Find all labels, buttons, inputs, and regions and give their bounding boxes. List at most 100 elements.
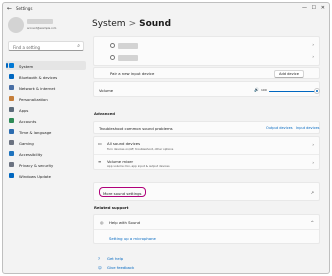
sidebar-item-label: Personalization [19,96,48,102]
person-icon [9,118,14,123]
sidebar: account@example.com Find a setting ⌕ Sys… [3,15,89,273]
chevron-up-icon: ^ [310,220,314,225]
chevron-right-icon[interactable]: › [312,54,314,59]
sidebar-item-label: Privacy & security [19,162,54,168]
sidebar-item-apps[interactable]: Apps [6,105,86,114]
chevron-right-icon: › [312,160,314,165]
help-icon: ? [98,256,101,261]
search-input[interactable]: Find a setting ⌕ [8,41,84,51]
gamepad-icon [9,140,14,145]
sidebar-item-label: Time & language [19,129,52,135]
sidebar-item-personalization[interactable]: Personalization [6,94,86,103]
all-devices-title: All sound devices [107,141,141,146]
volume-mixer-row[interactable]: ≡ Volume mixer App volume mix, app input… [94,154,319,171]
settings-window: ← Settings — ☐ ✕ account@example.com Fin… [2,2,330,274]
input-devices-link[interactable]: Input devices [296,126,320,130]
breadcrumb-current: Sound [139,19,172,29]
sidebar-item-label: System [19,63,34,69]
pair-device-row: Pair a new input device Add device [93,67,320,79]
external-link-icon: ↗ [310,190,314,195]
sidebar-item-system[interactable]: System [6,61,86,70]
sidebar-item-label: Bluetooth & devices [19,74,58,80]
device-radio-1[interactable] [110,43,115,48]
sidebar-item-windows-update[interactable]: Windows Update [6,171,86,180]
troubleshoot-label: Troubleshoot common sound problems [99,126,173,131]
advanced-heading: Advanced [94,111,115,116]
volume-row: Volume 🔊 100 [93,81,320,97]
help-with-sound-label: Help with Sound [109,220,141,225]
brush-icon [9,96,14,101]
back-arrow-icon[interactable]: ← [7,5,12,12]
shield-icon [9,162,14,167]
help-links: Setting up a microphone [94,229,319,245]
sidebar-item-label: Apps [19,107,29,113]
give-feedback-label[interactable]: Give feedback [107,265,134,270]
troubleshoot-row: Troubleshoot common sound problems Outpu… [93,121,320,134]
sidebar-item-label: Network & internet [19,85,56,91]
advanced-options: ▭ All sound devices Turn devices on/off,… [93,136,320,170]
more-sound-settings-label[interactable]: More sound settings [103,191,142,196]
chevron-right-icon: › [312,142,314,147]
bluetooth-icon [9,74,14,79]
setup-microphone-link[interactable]: Setting up a microphone [109,236,156,241]
search-placeholder: Find a setting [13,44,41,50]
help-with-sound-header[interactable]: ◎ Help with Sound ^ [94,215,319,229]
device-name-placeholder-1 [118,42,138,49]
monitor-icon [9,63,14,68]
update-icon [9,173,14,178]
feedback-icon: ☺ [98,265,102,270]
clock-icon [9,129,14,134]
main-content: System > Sound › › Pair a new input device… [89,15,329,273]
device-name-placeholder-2 [118,54,138,61]
globe-icon: ◎ [100,220,104,225]
get-help-link[interactable]: ? Get help [98,256,123,261]
page-title: System > Sound [92,19,171,29]
sidebar-item-accounts[interactable]: Accounts [6,116,86,125]
apps-icon [9,107,14,112]
more-sound-settings-row[interactable]: More sound settings ↗ [93,182,320,201]
active-indicator [6,63,8,68]
window-title: Settings [16,6,33,11]
close-button[interactable]: ✕ [321,5,325,11]
volume-slider[interactable] [269,88,320,94]
user-name-placeholder [27,19,53,24]
wifi-icon [9,85,14,90]
speaker-devices-icon: ▭ [98,141,102,146]
accessibility-icon [9,151,14,156]
chevron-right-icon[interactable]: › [312,42,314,47]
title-bar: ← Settings — ☐ ✕ [3,3,329,15]
volume-slider-fill [269,90,317,92]
related-support-heading: Related support [94,205,129,210]
sidebar-item-gaming[interactable]: Gaming [6,138,86,147]
search-icon: ⌕ [77,43,80,49]
minimize-button[interactable]: — [302,5,307,11]
sidebar-item-time-language[interactable]: Time & language [6,127,86,136]
maximize-button[interactable]: ☐ [312,5,316,11]
sidebar-item-label: Accounts [19,118,37,124]
input-device-list: › › [93,36,320,66]
avatar[interactable] [8,17,24,33]
mixer-icon: ≡ [98,159,102,164]
volume-mixer-title: Volume mixer [107,158,134,164]
user-email: account@example.com [27,27,57,30]
breadcrumb-separator: > [128,19,137,29]
sidebar-item-label: Accessibility [19,151,43,157]
give-feedback-link[interactable]: ☺ Give feedback [98,265,134,270]
pair-device-label: Pair a new input device [110,71,155,76]
all-devices-subtitle: Turn devices on/off, troubleshoot, other… [107,146,174,151]
help-with-sound-card: ◎ Help with Sound ^ Setting up a microph… [93,214,320,244]
all-sound-devices-row[interactable]: ▭ All sound devices Turn devices on/off,… [94,137,319,154]
sidebar-item-network-internet[interactable]: Network & internet [6,83,86,92]
volume-slider-thumb[interactable] [314,88,320,94]
sidebar-item-privacy-security[interactable]: Privacy & security [6,160,86,169]
volume-mixer-subtitle: App volume mix, app input & output devic… [107,164,170,168]
get-help-label[interactable]: Get help [107,256,123,261]
sidebar-item-accessibility[interactable]: Accessibility [6,149,86,158]
sidebar-item-label: Windows Update [19,173,51,179]
add-device-button[interactable]: Add device [274,69,304,78]
breadcrumb-parent[interactable]: System [92,19,126,29]
device-radio-2[interactable] [110,55,115,60]
sidebar-item-label: Gaming [19,140,34,146]
output-devices-link[interactable]: Output devices [266,126,293,130]
sidebar-item-bluetooth-devices[interactable]: Bluetooth & devices [6,72,86,81]
